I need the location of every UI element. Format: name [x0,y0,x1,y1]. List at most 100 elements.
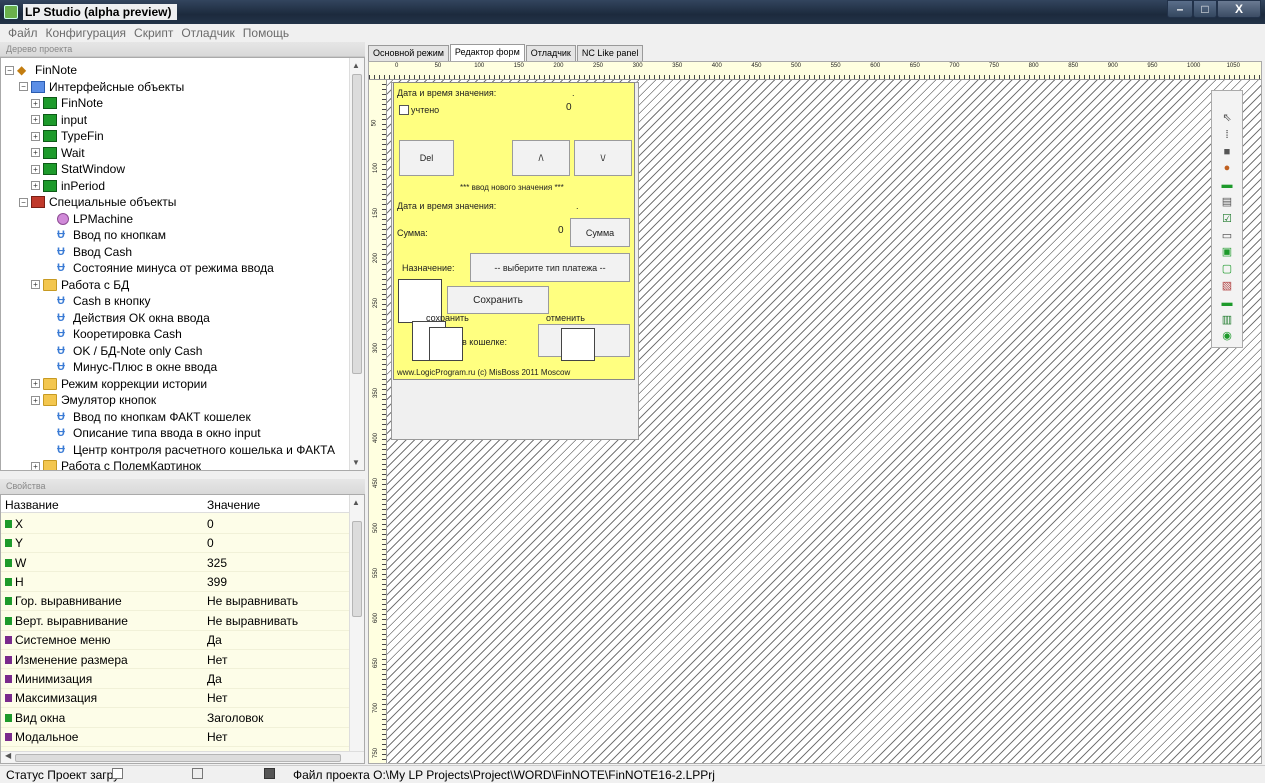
panel-icon[interactable]: ■ [1221,146,1233,158]
tree-item[interactable]: − Специальные объекты [19,194,176,210]
project-tree[interactable]: − ◆ FinNote − Интерфейсные объекты + FinNote + i… [0,57,365,471]
expand-icon[interactable]: + [31,164,40,174]
tab-main-mode[interactable]: Основной режим [368,45,449,61]
properties-scrollbar[interactable]: ▲ [349,495,364,751]
expand-icon[interactable]: + [31,181,40,190]
scroll-up-icon[interactable]: ▲ [352,61,360,70]
menu-config[interactable]: Конфигурация [42,26,131,40]
del-button[interactable]: Del [399,140,454,176]
column-value-header[interactable]: Значение [207,498,260,512]
tree-item[interactable]: + StatWindow [31,161,125,177]
tree-item[interactable]: + TypeFin [31,128,104,144]
tree-scroll-thumb[interactable] [352,74,362,374]
property-value[interactable]: 325 [207,556,227,570]
column-name-header[interactable]: Название [5,498,59,512]
image-icon[interactable]: ▧ [1221,281,1233,292]
property-value[interactable]: Да [207,672,222,686]
frame-icon[interactable]: ▢ [1221,264,1233,275]
menu-script[interactable]: Скрипт [130,26,177,40]
expand-icon[interactable]: + [31,115,40,124]
property-value[interactable]: Нет [207,691,227,705]
expand-icon[interactable]: + [31,131,40,141]
properties-hscrollbar[interactable]: ◀ [1,751,364,763]
tree-item[interactable]: Ʉ Описание типа ввода в окно input [45,425,261,441]
tree-item[interactable]: + Работа с ПолемКартинок [31,458,201,470]
property-value[interactable]: Да [207,633,222,647]
tab-form-editor[interactable]: Редактор форм [449,44,525,61]
property-value[interactable]: 0 [207,517,214,531]
property-row[interactable]: Y0 [1,534,351,553]
tree-item[interactable]: Ʉ Ввод по кнопкам [45,227,166,243]
save-button[interactable]: Сохранить [447,286,549,314]
tree-item[interactable]: + Работа с БД [31,277,129,293]
label-icon[interactable]: ▬ [1221,297,1233,309]
tree-item[interactable]: + FinNote [31,95,103,111]
tree-item[interactable]: Ʉ Минус-Плюс в окне ввода [45,359,217,375]
property-value[interactable]: Нет [207,730,227,744]
tree-item[interactable]: Ʉ Центр контроля расчетного кошелька и ФА… [45,442,335,458]
tree-item[interactable]: − Интерфейсные объекты [19,79,184,95]
button-icon[interactable]: ▬ [1221,180,1233,191]
property-row[interactable]: Максимизация Нет [1,690,351,709]
property-row[interactable]: Системное меню Да [1,631,351,650]
property-row[interactable]: Вид окна Заголовок [1,709,351,728]
properties-grid[interactable]: Название Значение X 0 Y 0 W 325 H 399 Гор. вырав… [0,494,365,764]
tree-item[interactable]: + inPeriod [31,178,105,194]
tree-item[interactable]: + Wait [31,145,85,161]
property-row[interactable]: Модальное Нет [1,728,351,747]
counted-checkbox[interactable] [399,105,409,115]
form-panel[interactable]: Дата и время значения: . учтено 0 Del /\… [393,82,635,380]
image-box-3[interactable] [429,327,463,361]
properties-scroll-thumb[interactable] [352,521,362,617]
scroll-up-icon[interactable]: ▲ [352,498,360,507]
property-row[interactable]: H 399 [1,573,351,592]
tree-item[interactable]: Ʉ OK / БД-Note only Cash [45,343,202,359]
picture-icon[interactable]: ● [1221,163,1233,174]
combo-icon[interactable]: ▣ [1221,247,1233,258]
property-row[interactable]: Минимизация Да [1,670,351,689]
tree-item[interactable]: + Режим коррекции истории [31,376,207,392]
property-value[interactable]: 399 [207,575,227,589]
property-row[interactable]: W 325 [1,554,351,573]
property-row[interactable]: Гор. выравнивание Не выравнивать [1,593,351,612]
property-row[interactable]: Верт. выравнивание Не выравнивать [1,612,351,631]
cursor-icon[interactable]: ⇖ [1221,113,1233,124]
list-icon[interactable]: ▤ [1221,197,1233,208]
tree-item[interactable]: Ʉ Ввод по кнопкам ФАКТ кошелек [45,409,251,425]
tree-scrollbar[interactable]: ▲ ▼ [349,58,364,470]
tree-item[interactable]: Ʉ Кооретировка Cash [45,326,182,342]
property-value[interactable]: 0 [207,536,214,550]
expand-icon[interactable]: + [31,379,40,388]
up-button[interactable]: /\ [512,140,570,176]
expand-icon[interactable]: + [31,461,40,470]
scroll-down-icon[interactable]: ▼ [352,458,360,467]
properties-hscroll-thumb[interactable] [15,754,341,762]
expand-icon[interactable]: + [31,148,40,157]
sum-button[interactable]: Сумма [570,218,630,247]
menu-file[interactable]: Файл [4,26,42,40]
scroll-left-icon[interactable]: ◀ [5,751,11,760]
property-row[interactable]: X0 [1,515,351,534]
property-value[interactable]: Не выравнивать [207,594,298,608]
form-editor-canvas[interactable]: 0 50 100 150 200 250 300 350 400 450 500 550 600 650 7… [368,61,1262,764]
payment-type-button[interactable]: -- выберите тип платежа -- [470,253,630,282]
down-button[interactable]: \/ [574,140,632,176]
edit-icon[interactable]: ▭ [1221,230,1233,242]
table-icon[interactable]: ▥ [1221,314,1233,326]
expand-icon[interactable]: + [31,98,40,108]
property-value[interactable]: Нет [207,653,227,667]
property-value[interactable]: Не выравнивать [207,614,298,628]
menu-debugger[interactable]: Отладчик [177,26,238,40]
tree-item[interactable]: Ʉ Ввод Cash [45,244,132,260]
collapse-icon[interactable]: − [19,197,28,207]
radio-icon[interactable]: ◉ [1221,331,1233,342]
collapse-icon[interactable]: − [19,82,28,91]
tree-item[interactable]: − ◆ FinNote [5,62,77,78]
property-value[interactable]: Заголовок [207,711,263,725]
collapse-icon[interactable]: − [5,65,14,75]
image-box-4[interactable] [561,328,595,361]
property-row[interactable]: Изменение размера Нет [1,651,351,670]
tree-item[interactable]: + input [31,112,87,128]
minimize-button[interactable]: – [1167,0,1193,18]
tab-debugger[interactable]: Отладчик [525,45,576,61]
